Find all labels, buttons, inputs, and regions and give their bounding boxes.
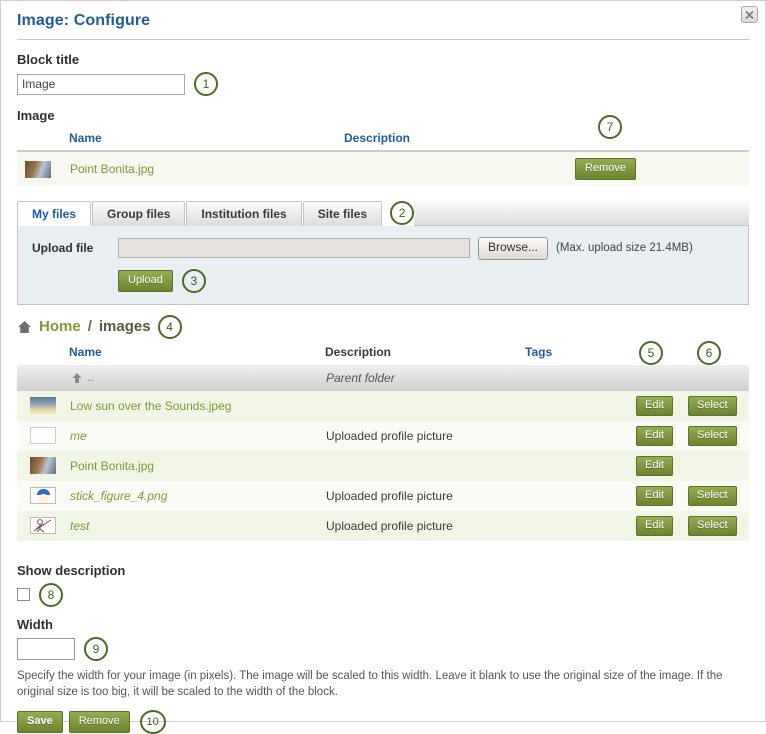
file-list-table: Name Description Tags 5 6 .. Parent fold… xyxy=(17,340,749,541)
file-description: Uploaded profile picture xyxy=(325,510,525,541)
show-description-checkbox[interactable] xyxy=(17,588,30,602)
breadcrumb-separator: / xyxy=(87,318,92,336)
show-description-row: 8 xyxy=(17,582,749,607)
tab-group-files[interactable]: Group files xyxy=(92,201,186,226)
selected-col-name: Name xyxy=(69,131,102,145)
edit-button[interactable]: Edit xyxy=(636,425,673,446)
max-upload-size-note: (Max. upload size 21.4MB) xyxy=(556,242,693,255)
file-name-link[interactable]: Point Bonita.jpg xyxy=(70,459,154,473)
file-col-description: Description xyxy=(325,344,392,359)
select-button[interactable]: Select xyxy=(688,395,737,416)
selected-file-row: Point Bonita.jpg Remove xyxy=(17,152,749,186)
parent-folder-description: Parent folder xyxy=(325,364,525,391)
table-row: Point Bonita.jpg Edit xyxy=(17,450,749,481)
select-button[interactable]: Select xyxy=(688,485,737,506)
breadcrumb-home-link[interactable]: Home xyxy=(39,318,81,335)
face-thumb-icon xyxy=(30,487,56,505)
selected-file-name: Point Bonita.jpg xyxy=(70,162,155,176)
file-description: Uploaded profile picture xyxy=(325,420,525,451)
sunset-thumb-icon xyxy=(30,397,56,415)
browse-button[interactable]: Browse... xyxy=(478,237,549,260)
selected-col-description: Description xyxy=(344,131,411,145)
parent-folder-label: .. xyxy=(87,370,95,385)
width-hint: Specify the width for your image (in pix… xyxy=(17,669,723,699)
edit-button[interactable]: Edit xyxy=(636,515,673,536)
tab-institution-files[interactable]: Institution files xyxy=(186,201,302,226)
upload-file-row: Upload file Browse... (Max. upload size … xyxy=(32,237,734,260)
callout-1: 1 xyxy=(194,72,218,96)
width-label: Width xyxy=(17,616,53,632)
show-description-label: Show description xyxy=(17,562,126,578)
table-row: test Uploaded profile picture Edit Selec… xyxy=(17,510,749,541)
table-row: me Uploaded profile picture Edit Select xyxy=(17,420,749,451)
tabs-filler xyxy=(414,200,749,226)
upload-file-label: Upload file xyxy=(32,241,94,256)
upload-panel: Upload file Browse... (Max. upload size … xyxy=(17,226,749,305)
file-tags xyxy=(525,480,635,511)
photo-thumb-point-bonita-icon xyxy=(30,457,56,475)
callout-7: 7 xyxy=(598,115,622,139)
file-tags xyxy=(525,510,635,541)
edit-button[interactable]: Edit xyxy=(636,485,673,506)
file-name-link[interactable]: me xyxy=(70,429,87,443)
file-name-link[interactable]: Low sun over the Sounds.jpeg xyxy=(70,399,231,413)
callout-4: 4 xyxy=(157,314,182,339)
callout-3: 3 xyxy=(181,268,206,293)
selected-table-header: Name Description 7 xyxy=(17,115,749,150)
block-title-label: Block title xyxy=(17,52,80,67)
select-button[interactable]: Select xyxy=(688,425,737,446)
image-section-label: Image xyxy=(17,108,55,123)
tab-my-files[interactable]: My files xyxy=(17,201,92,226)
file-list-header: Name Description Tags 5 6 xyxy=(17,340,749,365)
file-description xyxy=(325,450,525,481)
upload-file-input[interactable] xyxy=(118,238,470,259)
callout-6: 6 xyxy=(697,340,721,365)
stickfigure-thumb-icon xyxy=(30,517,56,535)
sketch-thumb-icon xyxy=(30,427,56,445)
width-row: 9 xyxy=(17,636,749,661)
file-source-tabs: My files Group files Institution files S… xyxy=(17,200,749,226)
table-row: Low sun over the Sounds.jpeg Edit Select xyxy=(17,390,749,421)
select-button[interactable]: Select xyxy=(688,515,737,536)
close-icon[interactable] xyxy=(741,6,758,23)
width-input[interactable] xyxy=(17,637,75,660)
file-tags xyxy=(525,450,635,481)
page-title: Image: Configure xyxy=(17,12,151,29)
close-glyph xyxy=(745,10,754,20)
breadcrumb: Home / images 4 xyxy=(17,314,749,339)
configure-dialog: Image: Configure Block title 1 Image Nam… xyxy=(0,0,766,734)
file-name-link[interactable]: test xyxy=(70,519,89,533)
block-title-row: 1 xyxy=(17,72,749,96)
file-tags xyxy=(525,420,635,451)
parent-folder-row[interactable]: .. Parent folder xyxy=(17,364,749,391)
edit-button[interactable]: Edit xyxy=(636,455,673,476)
file-tags xyxy=(525,390,635,421)
callout-8: 8 xyxy=(39,582,63,607)
callout-9: 9 xyxy=(84,636,108,661)
file-col-tags: Tags xyxy=(525,344,553,359)
callout-2: 2 xyxy=(390,201,415,225)
upload-button[interactable]: Upload xyxy=(118,269,173,292)
upload-action-row: Upload 3 xyxy=(118,268,734,293)
file-name-link[interactable]: stick_figure_4.png xyxy=(70,489,167,503)
edit-button[interactable]: Edit xyxy=(636,395,673,416)
title-divider xyxy=(17,39,749,40)
breadcrumb-current-folder: images xyxy=(98,318,151,336)
table-row: stick_figure_4.png Uploaded profile pict… xyxy=(17,480,749,511)
home-icon[interactable] xyxy=(17,320,32,334)
remove-selected-image-button[interactable]: Remove xyxy=(575,158,636,180)
file-col-name: Name xyxy=(69,344,102,359)
selected-image-table: Name Description 7 Point Bonita.jpg Remo… xyxy=(17,115,749,186)
photo-thumb-point-bonita-icon xyxy=(25,160,51,178)
callout-5: 5 xyxy=(639,340,663,365)
tab-site-files[interactable]: Site files xyxy=(302,201,383,226)
file-description xyxy=(325,390,525,421)
block-title-input[interactable] xyxy=(17,73,185,95)
file-description: Uploaded profile picture xyxy=(325,480,525,511)
arrow-up-icon xyxy=(72,373,82,383)
